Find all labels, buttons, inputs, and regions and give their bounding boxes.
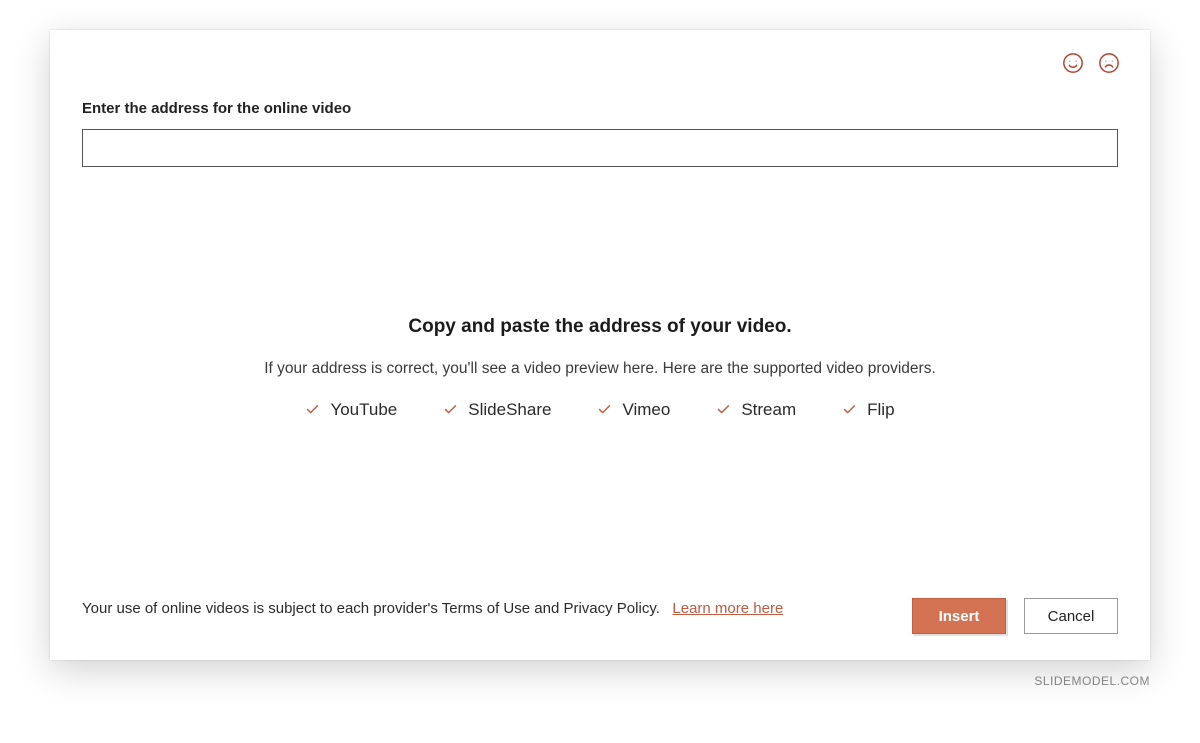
- center-subline: If your address is correct, you'll see a…: [264, 360, 936, 378]
- checkmark-icon: [443, 402, 458, 417]
- learn-more-link[interactable]: Learn more here: [672, 600, 783, 617]
- checkmark-icon: [842, 402, 857, 417]
- checkmark-icon: [305, 402, 320, 417]
- watermark: SLIDEMODEL.COM: [50, 674, 1150, 688]
- provider-item: YouTube: [305, 400, 397, 420]
- provider-item: Vimeo: [597, 400, 670, 420]
- cancel-button[interactable]: Cancel: [1024, 598, 1118, 634]
- insert-button[interactable]: Insert: [912, 598, 1006, 634]
- provider-label: Stream: [741, 400, 796, 420]
- insert-online-video-dialog: Enter the address for the online video C…: [50, 30, 1150, 660]
- footer-row: Your use of online videos is subject to …: [82, 598, 1118, 634]
- provider-list: YouTube SlideShare Vimeo Stream Flip: [305, 400, 894, 420]
- checkmark-icon: [597, 402, 612, 417]
- center-block: Copy and paste the address of your video…: [82, 137, 1118, 598]
- center-headline: Copy and paste the address of your video…: [408, 316, 791, 338]
- provider-item: Stream: [716, 400, 796, 420]
- provider-item: Flip: [842, 400, 894, 420]
- smile-icon[interactable]: [1062, 52, 1084, 74]
- provider-label: SlideShare: [468, 400, 551, 420]
- provider-label: YouTube: [330, 400, 397, 420]
- terms-static: Your use of online videos is subject to …: [82, 600, 660, 617]
- provider-item: SlideShare: [443, 400, 551, 420]
- terms-text: Your use of online videos is subject to …: [82, 598, 783, 621]
- field-label: Enter the address for the online video: [82, 100, 1118, 117]
- feedback-row: [1062, 52, 1120, 74]
- checkmark-icon: [716, 402, 731, 417]
- frown-icon[interactable]: [1098, 52, 1120, 74]
- provider-label: Vimeo: [622, 400, 670, 420]
- provider-label: Flip: [867, 400, 894, 420]
- dialog-buttons: Insert Cancel: [912, 598, 1118, 634]
